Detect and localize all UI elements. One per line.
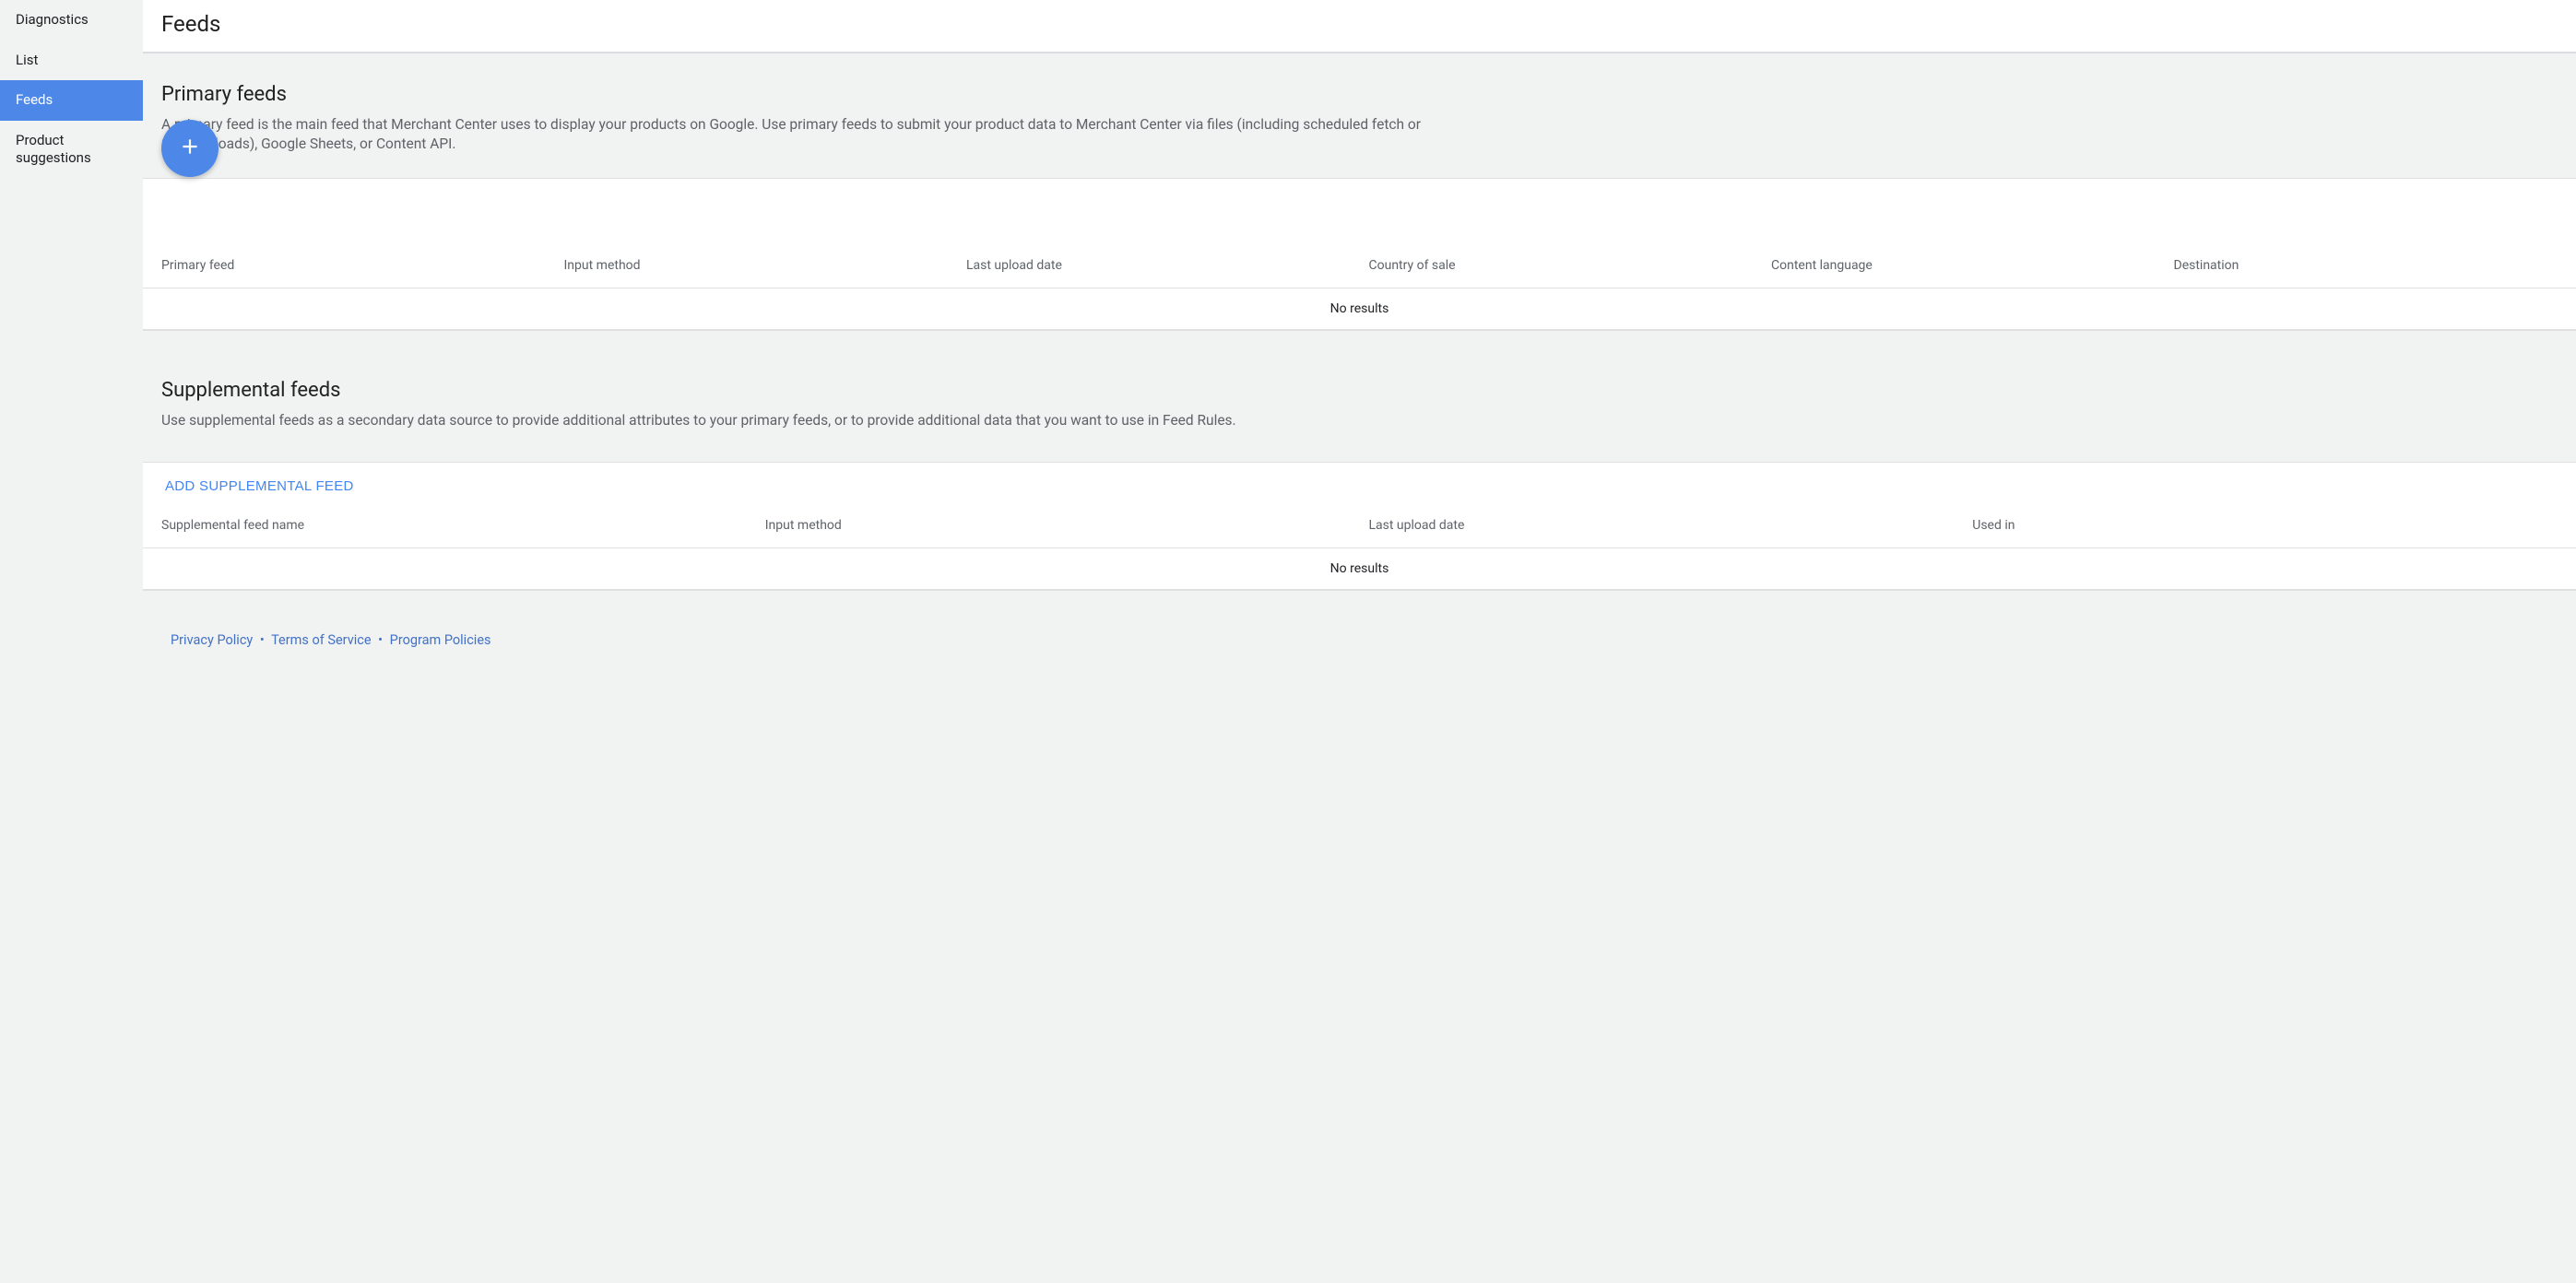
sidebar-item-label: Feeds [16, 91, 53, 108]
column-header: Last upload date [957, 258, 1360, 273]
page-header: Feeds [143, 0, 2576, 53]
sidebar-item-list[interactable]: List [0, 41, 143, 81]
separator: • [260, 632, 265, 648]
column-header: Last upload date [1360, 518, 1964, 533]
add-supplemental-feed-button[interactable]: ADD SUPPLEMENTAL FEED [165, 478, 354, 494]
primary-feeds-table-header: Primary feed Input method Last upload da… [143, 243, 2576, 288]
column-header: Primary feed [152, 258, 555, 273]
column-header: Destination [2165, 258, 2568, 273]
supplemental-feeds-table-header: Supplemental feed name Input method Last… [143, 503, 2576, 548]
supplemental-feeds-section: Supplemental feeds Use supplemental feed… [143, 331, 2576, 430]
page-title: Feeds [161, 11, 2558, 37]
column-header: Supplemental feed name [152, 518, 756, 533]
add-primary-feed-button[interactable] [161, 120, 219, 177]
separator: • [378, 632, 383, 648]
supplemental-feeds-table-card: ADD SUPPLEMENTAL FEED Supplemental feed … [143, 462, 2576, 591]
primary-feeds-table-card: Primary feed Input method Last upload da… [143, 178, 2576, 331]
column-header: Country of sale [1360, 258, 1763, 273]
sidebar-item-feeds[interactable]: Feeds [0, 80, 143, 121]
supplemental-feeds-description: Use supplemental feeds as a secondary da… [161, 411, 1452, 430]
sidebar-item-label: Diagnostics [16, 11, 89, 28]
primary-feeds-description: A primary feed is the main feed that Mer… [161, 115, 1452, 154]
primary-feeds-section: Primary feeds A primary feed is the main… [143, 53, 2576, 154]
column-header: Input method [555, 258, 958, 273]
plus-icon [178, 135, 202, 162]
sidebar: Diagnostics List Feeds Product suggestio… [0, 0, 143, 1283]
sidebar-item-diagnostics[interactable]: Diagnostics [0, 0, 143, 41]
sidebar-item-product-suggestions[interactable]: Product suggestions [0, 121, 143, 179]
primary-feeds-no-results: No results [143, 288, 2576, 330]
program-policies-link[interactable]: Program Policies [390, 632, 491, 648]
sidebar-item-label: Product suggestions [16, 132, 91, 167]
main-content: Feeds Primary feeds A primary feed is th… [143, 0, 2576, 1283]
column-header: Used in [1963, 518, 2567, 533]
supplemental-feeds-title: Supplemental feeds [161, 379, 2558, 402]
column-header: Content language [1762, 258, 2165, 273]
column-header: Input method [756, 518, 1360, 533]
footer: Privacy Policy • Terms of Service • Prog… [143, 591, 2576, 666]
privacy-policy-link[interactable]: Privacy Policy [171, 632, 253, 648]
supplemental-feeds-no-results: No results [143, 548, 2576, 590]
terms-of-service-link[interactable]: Terms of Service [271, 632, 371, 648]
primary-feeds-title: Primary feeds [161, 83, 2558, 106]
sidebar-item-label: List [16, 52, 38, 68]
